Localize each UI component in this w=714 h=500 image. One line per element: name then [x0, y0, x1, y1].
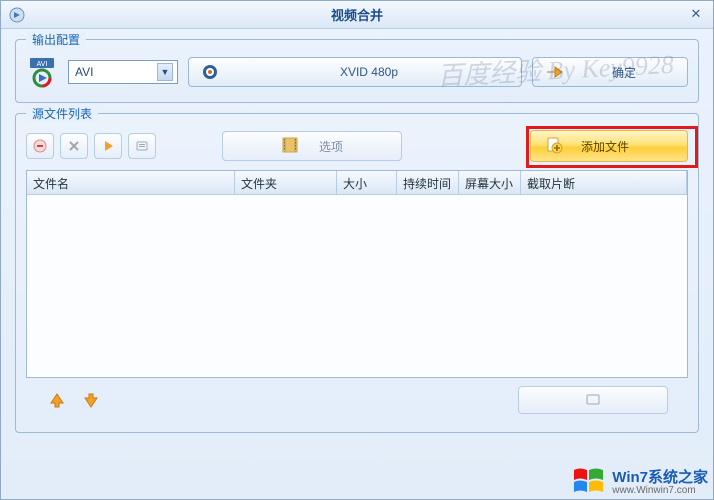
output-config-group: 输出配置 AVI AVI ▼ XVID 480p [15, 39, 699, 103]
source-toolbar: 选项 添加文件 [26, 130, 688, 162]
film-icon [281, 136, 299, 157]
table-header: 文件名 文件夹 大小 持续时间 屏幕大小 截取片断 [27, 171, 687, 195]
chevron-down-icon: ▼ [157, 63, 173, 81]
clear-button[interactable] [26, 133, 54, 159]
options-label: 选项 [319, 138, 343, 155]
close-icon: ✕ [691, 6, 702, 22]
info-button[interactable] [128, 133, 156, 159]
confirm-button[interactable]: 确定 [532, 57, 688, 87]
remove-button[interactable] [60, 133, 88, 159]
col-filename[interactable]: 文件名 [27, 171, 235, 194]
confirm-label: 确定 [573, 64, 675, 81]
col-size[interactable]: 大小 [337, 171, 397, 194]
confirm-arrow-icon [545, 63, 563, 81]
format-selected: AVI [75, 65, 93, 79]
move-up-button[interactable] [46, 389, 68, 411]
close-button[interactable]: ✕ [685, 5, 707, 23]
play-button[interactable] [94, 133, 122, 159]
format-dropdown[interactable]: AVI ▼ [68, 60, 178, 84]
footer-action-icon [586, 392, 600, 409]
col-duration[interactable]: 持续时间 [397, 171, 459, 194]
add-file-icon [545, 136, 563, 157]
col-screensize[interactable]: 屏幕大小 [459, 171, 521, 194]
profile-label: XVID 480p [229, 65, 509, 79]
file-table: 文件名 文件夹 大小 持续时间 屏幕大小 截取片断 [26, 170, 688, 378]
app-icon [9, 7, 25, 23]
options-button[interactable]: 选项 [222, 131, 402, 161]
format-icon: AVI [26, 56, 58, 88]
output-config-legend: 输出配置 [26, 31, 86, 48]
profile-button[interactable]: XVID 480p [188, 57, 522, 87]
windows-flag-icon [572, 466, 606, 496]
table-body[interactable] [27, 195, 687, 377]
move-down-button[interactable] [80, 389, 102, 411]
svg-text:AVI: AVI [37, 61, 48, 68]
col-clip[interactable]: 截取片断 [521, 171, 687, 194]
watermark-url: www.Winwin7.com [612, 485, 708, 496]
target-icon [201, 63, 219, 81]
footer-row [26, 378, 688, 414]
col-folder[interactable]: 文件夹 [235, 171, 337, 194]
titlebar: 视频合并 ✕ [1, 1, 713, 29]
source-files-group: 源文件列表 选项 [15, 113, 699, 433]
video-merge-window: 视频合并 ✕ 输出配置 AVI AVI ▼ [0, 0, 714, 500]
add-file-button[interactable]: 添加文件 [530, 130, 688, 162]
watermark-brand: Win7系统之家 [612, 466, 708, 487]
footer-action-button[interactable] [518, 386, 668, 414]
source-files-legend: 源文件列表 [26, 105, 98, 122]
window-title: 视频合并 [331, 5, 383, 24]
watermark-logo: Win7系统之家 www.Winwin7.com [572, 466, 708, 496]
add-file-label: 添加文件 [581, 138, 629, 155]
